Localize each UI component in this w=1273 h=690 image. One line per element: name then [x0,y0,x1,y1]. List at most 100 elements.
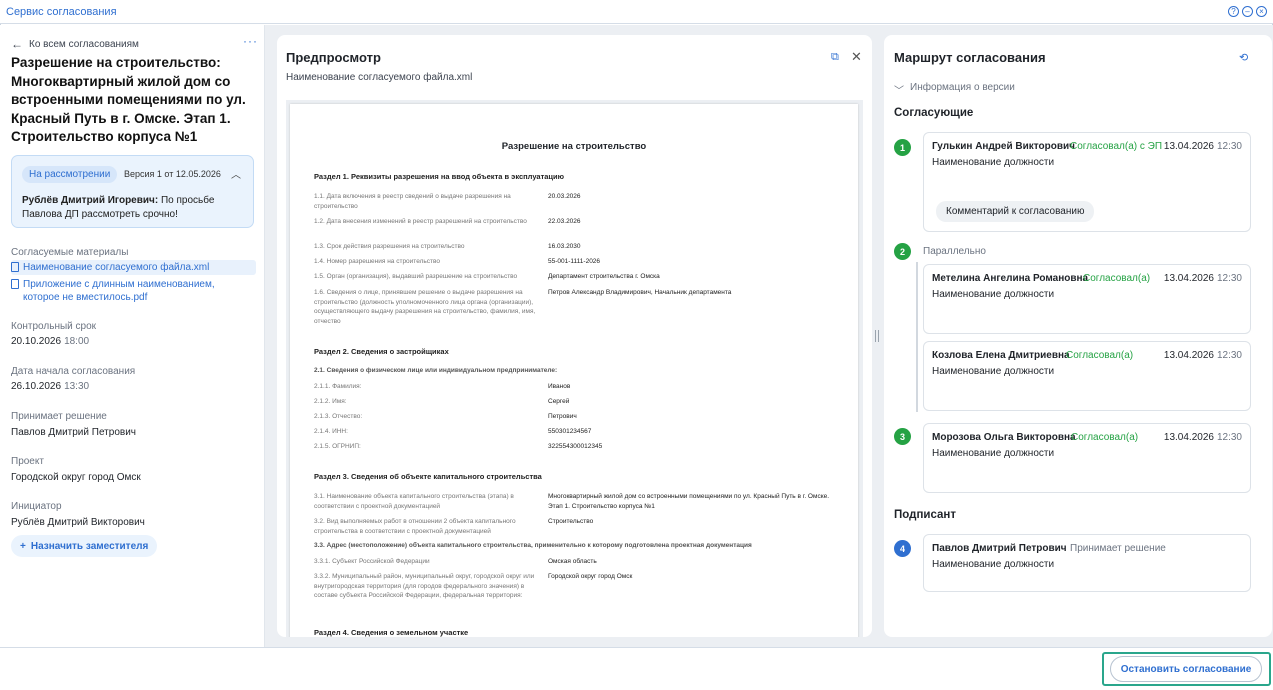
approver-status: Согласовал(а) с ЭП [1070,141,1163,152]
window-controls: ? – × [1228,6,1267,17]
status-card: На рассмотрении Версия 1 от 12.05.2026 ︿… [11,155,254,228]
step-number: 2 [894,243,911,260]
step-number: 1 [894,139,911,156]
doc-key: 3.2. Вид выполняемых работ в отношении 2… [314,518,516,535]
back-link[interactable]: ← Ко всем согласованиям [11,37,139,51]
signer-name: Павлов Дмитрий Петрович [932,543,1067,554]
file-link[interactable]: Приложение с длинным наименованием, кото… [11,277,226,305]
close-icon[interactable]: × [1256,6,1267,17]
doc-value: Петров Александр Владимирович, Начальник… [548,289,732,296]
approver-name: Морозова Ольга Викторовна [932,432,1076,443]
approver-position: Наименование должности [932,366,1055,377]
approval-date: 13.04.2026 12:30 [1164,432,1242,443]
start-date: 26.10.2026 [11,381,62,392]
parallel-label: Параллельно [923,246,986,257]
doc-value: 22.03.2026 [548,218,581,225]
chevron-down-icon: ﹀ [894,86,904,97]
status-note: Рублёв Дмитрий Игоревич: По просьбе Павл… [22,194,242,221]
doc-subsection: 2.1. Сведения о физическом лице или инди… [314,367,558,374]
decider-label: Принимает решение [11,411,107,422]
doc-key: 1.6. Сведения о лице, принявшем решение … [314,289,536,325]
signer-position: Наименование должности [932,559,1055,570]
preview-title: Предпросмотр [286,50,381,65]
deadline-date: 20.10.2026 [11,336,62,347]
doc-key: 2.1.4. ИНН: [314,428,348,435]
doc-value: Омская область [548,558,597,565]
approver-status: Согласовал(а) [1071,432,1139,443]
chevron-up-icon[interactable]: ︿ [231,166,241,181]
deadline-time: 18:00 [64,336,90,347]
note-author: Рублёв Дмитрий Игоревич: [22,195,159,206]
doc-key: 1.2. Дата внесения изменений в реестр ра… [314,218,527,225]
minimize-icon[interactable]: – [1242,6,1253,17]
doc-value: Петрович [548,413,577,420]
version-info-label: Информация о версии [910,82,1015,93]
approver-status: Согласовал(а) [1083,273,1151,284]
parallel-group-line [916,262,918,412]
back-label: Ко всем согласованиям [29,38,139,50]
signer-card[interactable]: Павлов Дмитрий Петрович Принимает решени… [923,534,1251,592]
approver-card[interactable]: Гулькин Андрей Викторович Согласовал(а) … [923,132,1251,232]
doc-section-4: Раздел 4. Сведения о земельном участке [314,628,469,637]
preview-file-name: Наименование согласуемого файла.xml [286,72,473,83]
stop-approval-button[interactable]: Остановить согласование [1110,656,1262,682]
approval-date: 13.04.2026 12:30 [1164,141,1242,152]
start-label: Дата начала согласования [11,366,136,377]
doc-key: 3.3.1. Субъект Российской Федерации [314,558,430,565]
doc-key: 3.1. Наименование объекта капитального с… [314,493,514,510]
plus-icon: + [20,540,26,552]
route-panel: Маршрут согласования ⟲ ﹀ Информация о ве… [884,35,1272,637]
approver-card[interactable]: Метелина Ангелина Романовна Согласовал(а… [923,264,1251,334]
initiator-label: Инициатор [11,501,62,512]
initiator-value: Рублёв Дмитрий Викторович [11,517,145,528]
approver-position: Наименование должности [932,448,1055,459]
approver-card[interactable]: Морозова Ольга Викторовна Согласовал(а) … [923,423,1251,493]
doc-title: Разрешение на строительство [501,141,647,152]
approver-status: Согласовал(а) [1066,350,1134,361]
version-info-toggle[interactable]: ﹀ Информация о версии [894,82,1015,97]
document-viewer[interactable]: Разрешение на строительство Раздел 1. Ре… [286,100,863,637]
open-external-icon[interactable]: ⧉ [831,51,839,64]
signer-status: Принимает решение [1070,543,1166,554]
approval-date: 13.04.2026 12:30 [1164,273,1242,284]
assign-deputy-label: Назначить заместителя [30,540,149,552]
time: 12:30 [1216,273,1242,284]
doc-section-2: Раздел 2. Сведения о застройщиках [314,347,449,356]
materials-label: Согласуемые материалы [11,247,129,258]
doc-key: 1.3. Срок действия разрешения на строите… [314,243,465,250]
route-title: Маршрут согласования [894,50,1046,65]
approver-name: Метелина Ангелина Романовна [932,273,1089,284]
doc-value: Иванов [548,383,571,390]
page-title: Разрешение на строительство: Многокварти… [11,55,246,144]
deadline-value: 20.10.2026 18:00 [11,336,89,347]
doc-subsection: 3.3. Адрес (местоположение) объекта капи… [314,542,752,549]
file-icon [11,262,19,272]
doc-key: 3.3.2. Муниципальный район, муниципальны… [314,573,535,599]
approver-card[interactable]: Козлова Елена Дмитриевна Согласовал(а) 1… [923,341,1251,411]
approver-name: Гулькин Андрей Викторович [932,141,1075,152]
comment-chip[interactable]: Комментарий к согласованию [936,201,1095,222]
doc-value: Многоквартирный жилой дом со встроенными… [548,493,830,510]
close-icon[interactable]: ✕ [851,49,862,65]
project-label: Проект [11,456,44,467]
help-icon[interactable]: ? [1228,6,1239,17]
doc-value: 550301234567 [548,428,592,435]
assign-deputy-button[interactable]: + Назначить заместителя [11,535,158,557]
signer-label: Подписант [894,509,956,521]
history-icon[interactable]: ⟲ [1239,51,1248,64]
doc-key: 1.5. Орган (организация), выдавший разре… [314,273,518,280]
date: 13.04.2026 [1163,432,1214,443]
doc-key: 2.1.5. ОГРНИП: [314,443,361,450]
file-link[interactable]: Наименование согласуемого файла.xml [11,260,256,275]
project-value: Городской округ город Омск [11,472,141,483]
doc-value: Строительство [548,518,594,525]
approver-name: Козлова Елена Дмитриевна [932,350,1070,361]
more-menu-icon[interactable]: ··· [243,34,258,48]
document-page: Разрешение на строительство Раздел 1. Ре… [290,104,858,637]
resize-handle[interactable] [875,330,879,342]
app-title: Сервис согласования [6,6,117,18]
step-number: 3 [894,428,911,445]
preview-panel: Предпросмотр Наименование согласуемого ф… [277,35,872,637]
start-time: 13:30 [64,381,90,392]
file-icon [11,279,19,289]
